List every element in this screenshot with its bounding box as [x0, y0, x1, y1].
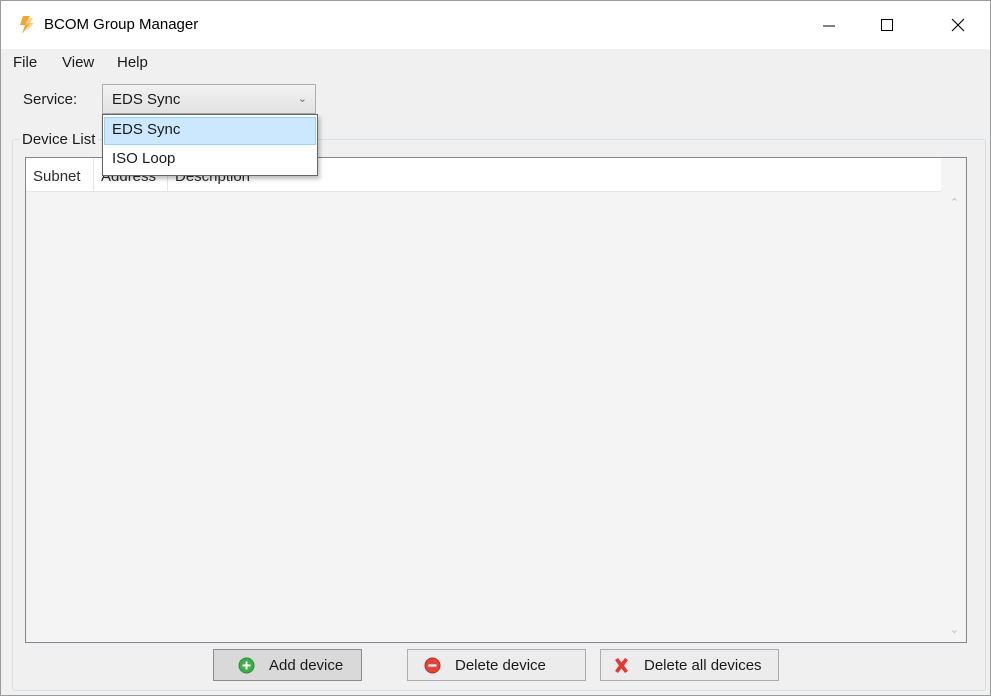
menu-bar: File View Help [1, 49, 990, 79]
delete-all-devices-button[interactable]: Delete all devices [600, 649, 779, 681]
add-device-label: Add device [269, 656, 344, 674]
delete-all-devices-label: Delete all devices [644, 656, 762, 674]
red-x-icon [615, 657, 628, 673]
app-window: BCOM Group Manager File View Help Servic… [0, 0, 991, 696]
menu-help[interactable]: Help [117, 54, 148, 71]
close-icon [951, 18, 965, 32]
maximize-icon [881, 19, 893, 31]
service-combobox[interactable]: EDS Sync ⌄ [102, 84, 316, 114]
column-header-subnet[interactable]: Subnet [26, 158, 94, 191]
add-device-button[interactable]: Add device [213, 649, 362, 681]
delete-device-button[interactable]: Delete device [407, 649, 586, 681]
lightning-icon [20, 16, 34, 34]
minimize-button[interactable] [806, 1, 852, 49]
maximize-button[interactable] [864, 1, 910, 49]
device-list-view[interactable]: Subnet Address Description ⌃ ⌄ [25, 157, 967, 643]
scroll-down-icon[interactable]: ⌄ [950, 623, 959, 636]
window-title: BCOM Group Manager [44, 16, 199, 33]
service-selected-value: EDS Sync [112, 91, 181, 108]
vertical-scrollbar[interactable]: ⌃ ⌄ [941, 158, 966, 642]
list-body[interactable] [26, 192, 941, 642]
minus-circle-icon [424, 657, 441, 673]
dropdown-option-iso-loop[interactable]: ISO Loop [104, 146, 316, 174]
plus-circle-icon [238, 657, 255, 673]
title-bar[interactable]: BCOM Group Manager [1, 1, 990, 49]
dropdown-option-eds-sync[interactable]: EDS Sync [104, 117, 316, 145]
service-dropdown-list: EDS Sync ISO Loop [102, 114, 318, 176]
device-list-label: Device List [19, 131, 99, 148]
minimize-icon [823, 25, 835, 27]
scroll-up-icon[interactable]: ⌃ [950, 196, 959, 209]
menu-file[interactable]: File [13, 54, 37, 71]
chevron-down-icon: ⌄ [297, 93, 307, 105]
service-label: Service: [23, 91, 78, 108]
delete-device-label: Delete device [455, 656, 546, 674]
close-button[interactable] [935, 1, 981, 49]
menu-view[interactable]: View [62, 54, 94, 71]
